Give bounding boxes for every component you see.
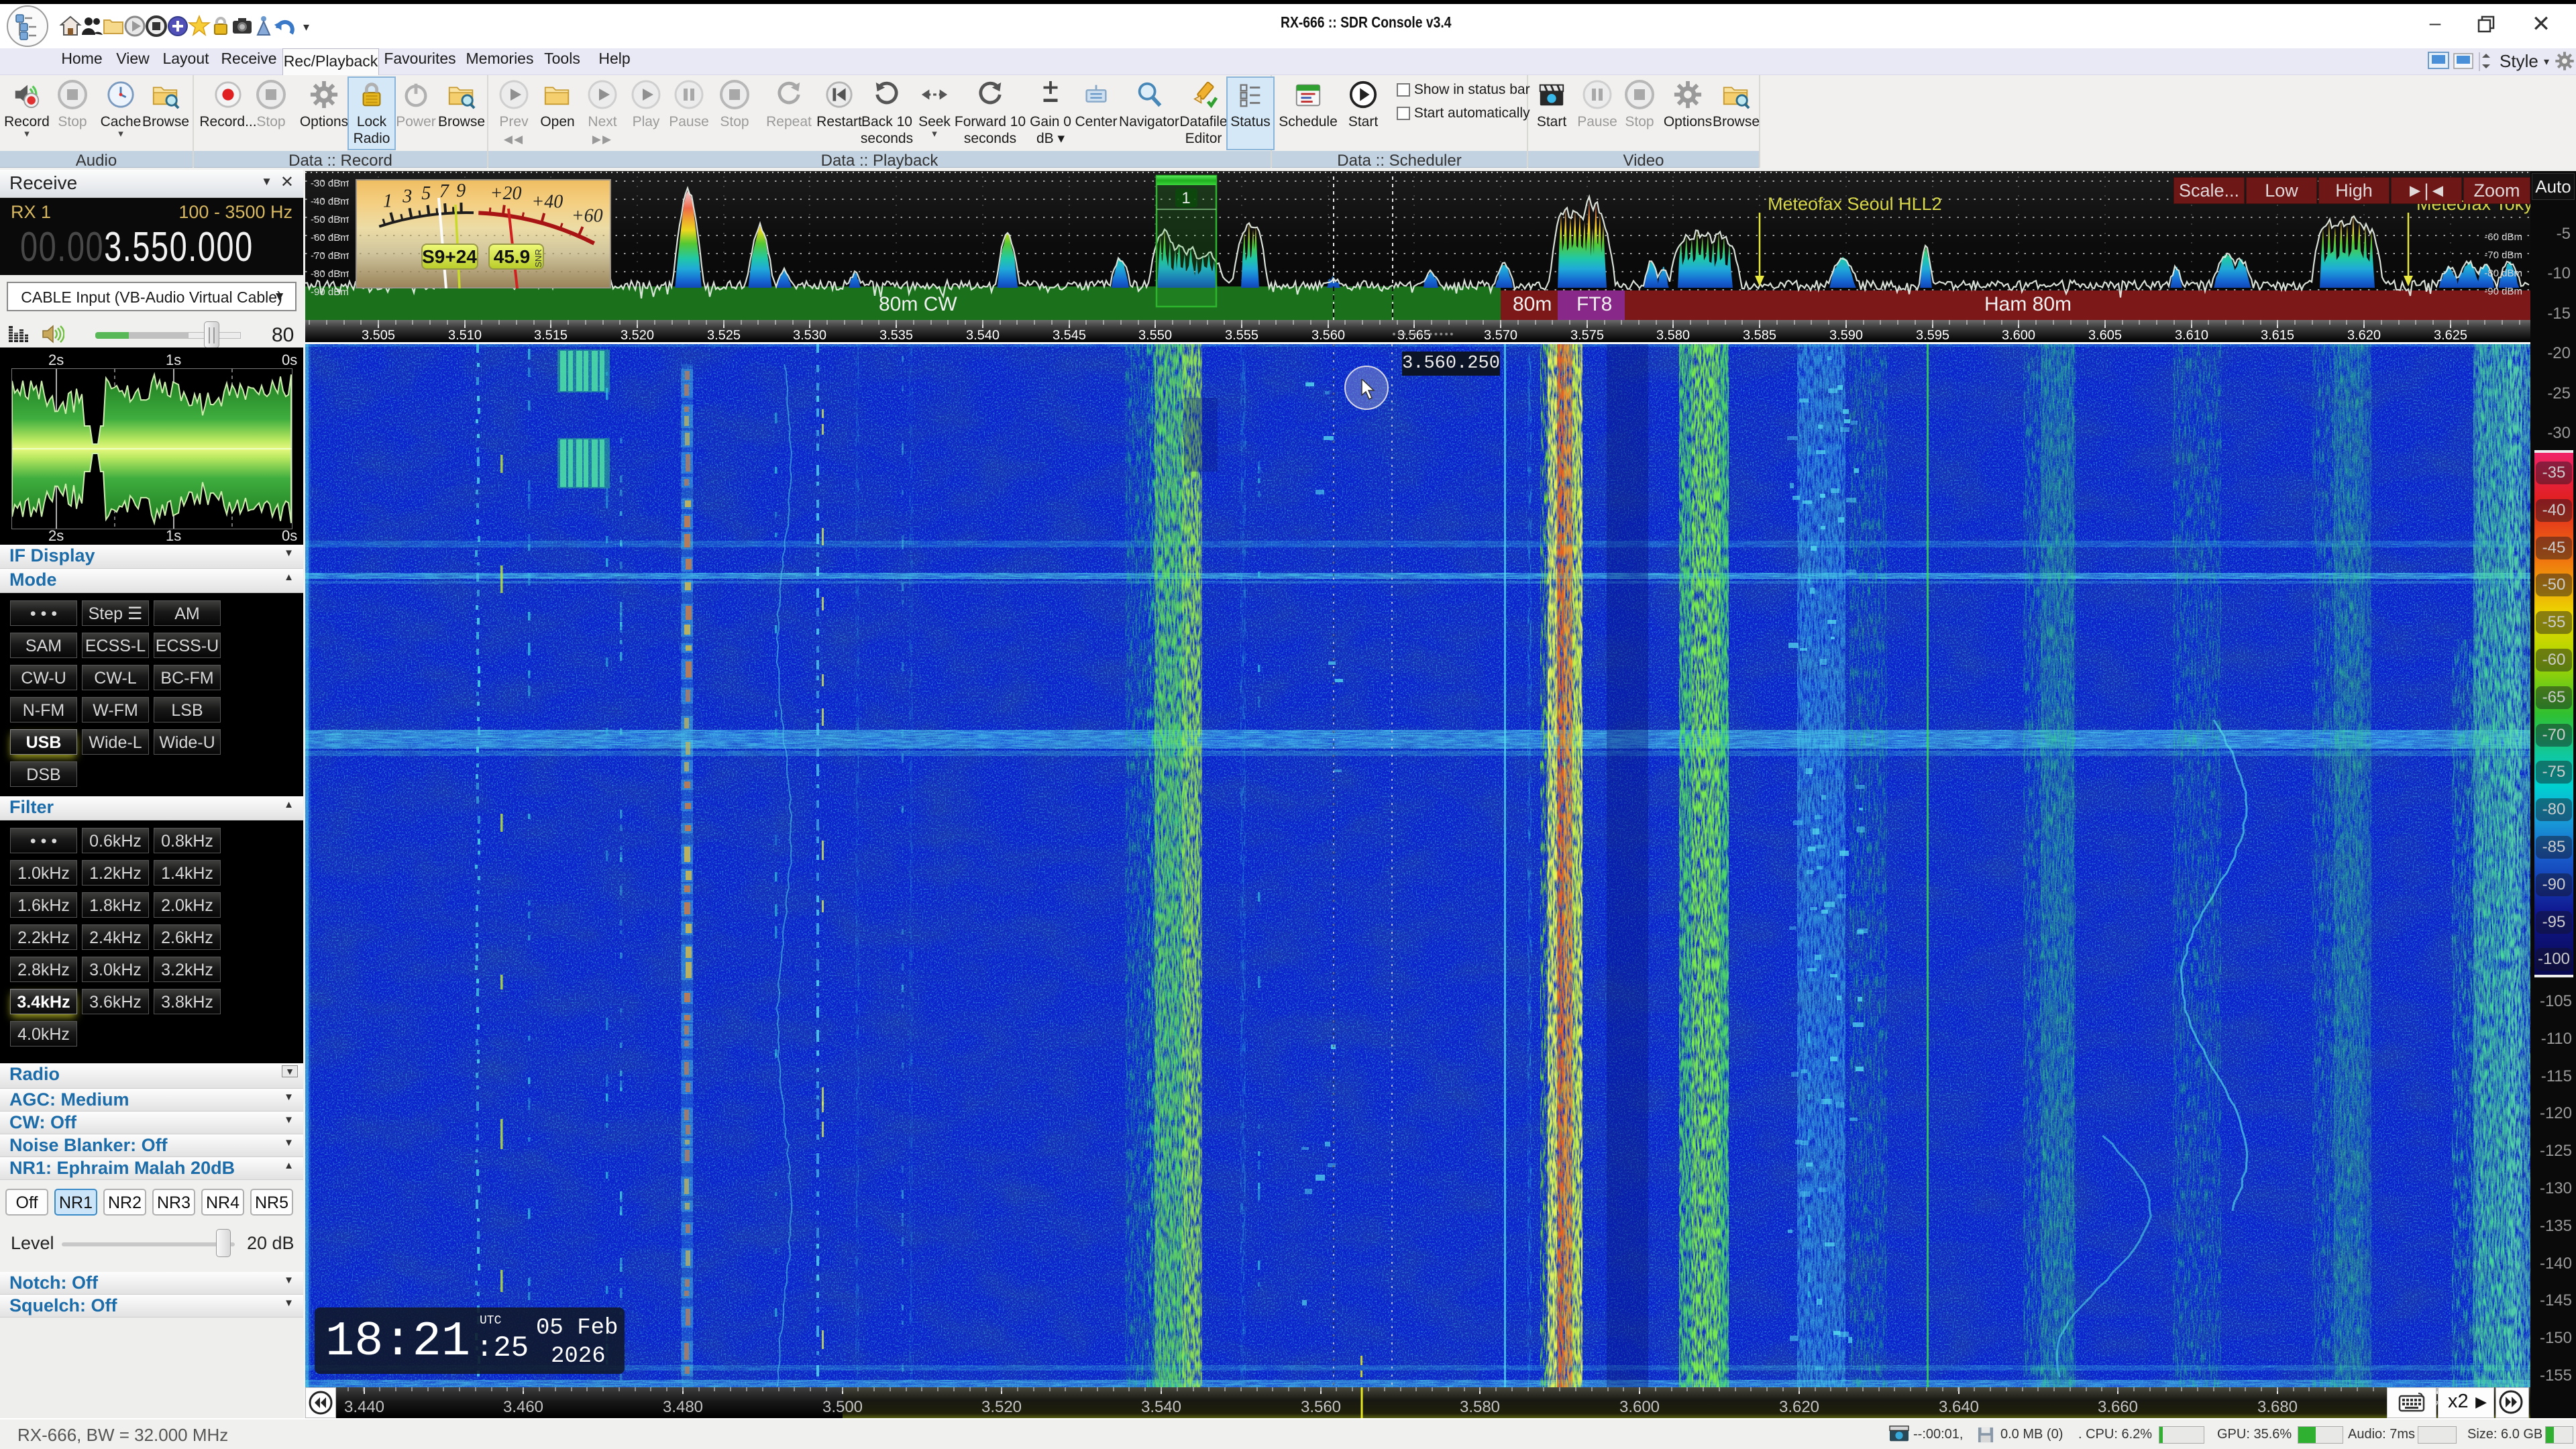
svg-text:3.600: 3.600	[1619, 1398, 1660, 1416]
svg-text:Ham 80m: Ham 80m	[1984, 293, 2072, 315]
svg-text:45.9: 45.9	[494, 246, 531, 267]
svg-text:-80 dBm: -80 dBm	[311, 268, 349, 280]
svg-text:3.625: 3.625	[2434, 328, 2467, 343]
svg-text:3.560: 3.560	[1301, 1398, 1341, 1416]
svg-text:+40: +40	[531, 191, 563, 212]
svg-text:3.460: 3.460	[503, 1398, 543, 1416]
svg-text:1: 1	[1181, 189, 1190, 207]
svg-text:3.555: 3.555	[1225, 328, 1258, 343]
svg-text:3.520: 3.520	[981, 1398, 1022, 1416]
svg-text:-50 dBm: -50 dBm	[311, 214, 349, 225]
svg-text:-80 dBm: -80 dBm	[2484, 268, 2522, 279]
svg-text:3.515: 3.515	[534, 328, 568, 343]
svg-text:-70 dBm: -70 dBm	[2484, 250, 2522, 261]
svg-text:3.610: 3.610	[2175, 328, 2208, 343]
svg-text:3.540: 3.540	[1141, 1398, 1181, 1416]
svg-text:-70 dBm: -70 dBm	[311, 250, 349, 262]
svg-text:80m: 80m	[1513, 293, 1552, 315]
svg-text:3.500: 3.500	[822, 1398, 863, 1416]
svg-text:3.590: 3.590	[1829, 328, 1863, 343]
svg-text:3.595: 3.595	[1916, 328, 1949, 343]
svg-text:3.535: 3.535	[879, 328, 913, 343]
svg-text:S9+24: S9+24	[422, 246, 477, 267]
svg-text:9: 9	[456, 180, 466, 201]
svg-text:3.640: 3.640	[1939, 1398, 1979, 1416]
svg-text:3.560: 3.560	[1311, 328, 1345, 343]
svg-text:-60 dBm: -60 dBm	[2484, 231, 2522, 243]
svg-text:3.545: 3.545	[1053, 328, 1086, 343]
svg-text:3.620: 3.620	[2347, 328, 2381, 343]
svg-text:3.680: 3.680	[2257, 1398, 2298, 1416]
svg-text:3.530: 3.530	[793, 328, 826, 343]
svg-text:3.600: 3.600	[2002, 328, 2035, 343]
svg-text:3.575: 3.575	[1570, 328, 1604, 343]
svg-text:+20: +20	[490, 183, 522, 204]
svg-text:3.660: 3.660	[2098, 1398, 2138, 1416]
svg-text:3.570: 3.570	[1484, 328, 1517, 343]
svg-text:3.510: 3.510	[448, 328, 482, 343]
svg-text:FT8: FT8	[1576, 293, 1612, 315]
svg-text:-40 dBm: -40 dBm	[311, 196, 349, 207]
svg-text:-90 dBm: -90 dBm	[311, 286, 349, 298]
svg-text:3.620: 3.620	[1779, 1398, 1819, 1416]
svg-text:3.505: 3.505	[362, 328, 395, 343]
svg-text:3.440: 3.440	[344, 1398, 384, 1416]
svg-text:+60: +60	[572, 206, 603, 227]
svg-text:-90 dBm: -90 dBm	[2484, 286, 2522, 297]
svg-text:5: 5	[421, 183, 431, 204]
svg-text:3.580: 3.580	[1656, 328, 1690, 343]
svg-text:3.550: 3.550	[1138, 328, 1172, 343]
svg-text:3.615: 3.615	[2261, 328, 2294, 343]
svg-text:1: 1	[383, 191, 392, 211]
svg-text:3.580: 3.580	[1460, 1398, 1500, 1416]
svg-text:-30 dBm: -30 dBm	[311, 178, 349, 189]
svg-text:3.565: 3.565	[1397, 328, 1431, 343]
svg-text:7: 7	[439, 181, 449, 202]
svg-text:3: 3	[402, 186, 412, 207]
svg-text:3.520: 3.520	[621, 328, 654, 343]
svg-text:SNR: SNR	[533, 249, 543, 267]
svg-text:3.540: 3.540	[966, 328, 1000, 343]
svg-text:3.525: 3.525	[707, 328, 741, 343]
svg-text:80m CW: 80m CW	[879, 293, 957, 315]
svg-text:3.480: 3.480	[663, 1398, 703, 1416]
svg-text:3.585: 3.585	[1743, 328, 1776, 343]
svg-text:-60 dBm: -60 dBm	[311, 232, 349, 244]
svg-text:3.605: 3.605	[2088, 328, 2122, 343]
svg-text:Meteofax Seoul HLL2: Meteofax Seoul HLL2	[1768, 194, 1942, 214]
